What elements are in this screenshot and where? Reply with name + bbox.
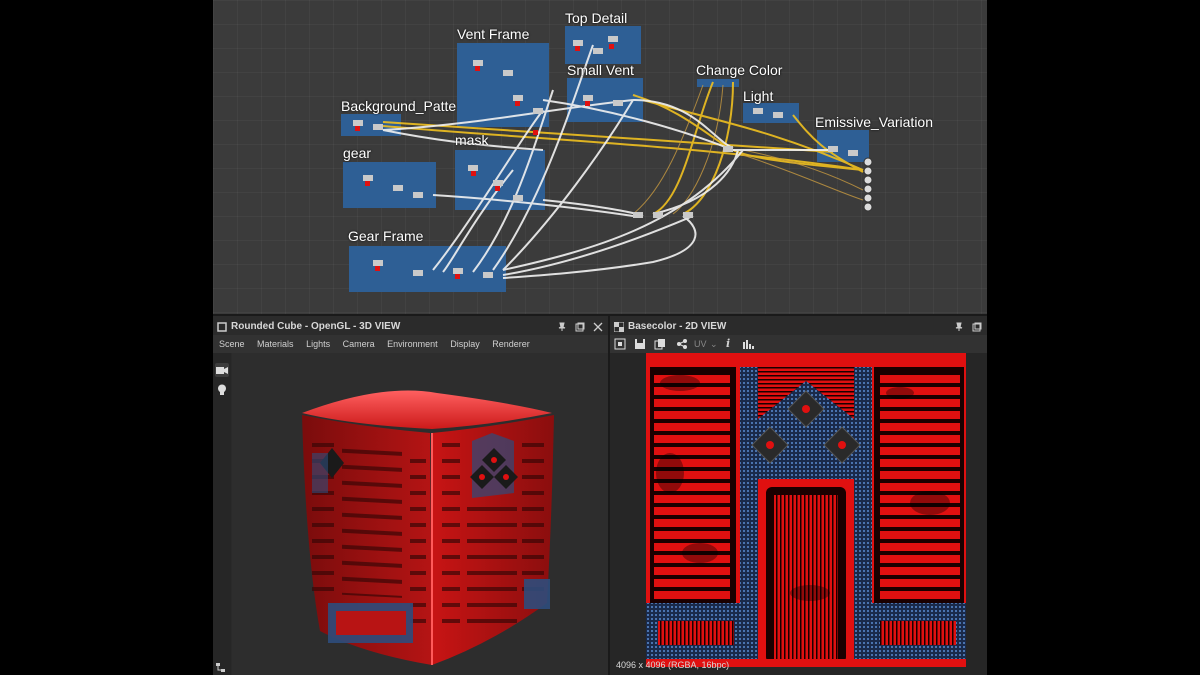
hierarchy-icon[interactable] (216, 663, 226, 673)
camera-icon[interactable] (216, 366, 228, 375)
menu-lights[interactable]: Lights (306, 335, 330, 353)
info-icon[interactable]: i (726, 335, 730, 353)
close-icon[interactable] (593, 322, 603, 332)
frame-title-mask: mask (455, 132, 489, 148)
menu-scene[interactable]: Scene (219, 335, 245, 353)
frame-title-background-pattern: Background_Patte (341, 98, 457, 114)
checker-icon (614, 322, 624, 332)
copy-icon[interactable] (654, 338, 666, 350)
menu-camera[interactable]: Camera (343, 335, 375, 353)
output-nodes[interactable] (863, 157, 873, 212)
frame-title-gear-frame: Gear Frame (348, 228, 424, 244)
graph-canvas[interactable]: Top Detail Vent Frame Small Vent Change … (213, 0, 987, 314)
graph-links (353, 36, 873, 279)
frame-title-small-vent: Small Vent (567, 62, 634, 78)
frame-title-vent-frame: Vent Frame (457, 26, 530, 42)
panel-divider-horizontal[interactable] (213, 314, 987, 316)
pin-icon[interactable] (954, 322, 964, 332)
pin-icon[interactable] (557, 322, 567, 332)
frame-title-change-color: Change Color (696, 62, 783, 78)
view3d-menubar: Scene Materials Lights Camera Environmen… (213, 335, 608, 353)
frame-title-top-detail: Top Detail (565, 10, 628, 26)
maximize-icon[interactable] (575, 322, 585, 332)
maximize-icon[interactable] (972, 322, 982, 332)
basecolor-texture (646, 353, 966, 667)
uv-dropdown[interactable]: UV (694, 335, 707, 353)
chevron-down-icon: ⌄ (710, 339, 718, 349)
view3d-viewport[interactable] (232, 353, 608, 675)
frame-title-light: Light (743, 88, 774, 104)
menu-display[interactable]: Display (450, 335, 480, 353)
app-window: Top Detail Vent Frame Small Vent Change … (213, 0, 987, 675)
save-icon[interactable] (634, 338, 646, 350)
menu-environment[interactable]: Environment (387, 335, 438, 353)
cube-icon (217, 322, 227, 332)
frame-title-gear: gear (343, 145, 372, 161)
texture-resolution-status: 4096 x 4096 (RGBA, 16bpc) (616, 660, 730, 670)
view2d-viewport[interactable]: 4096 x 4096 (RGBA, 16bpc) (610, 353, 987, 675)
view2d-toolbar: UV ⌄ i (610, 335, 987, 353)
share-icon[interactable] (676, 338, 688, 350)
histogram-icon[interactable] (742, 338, 754, 350)
light-bulb-icon[interactable] (217, 384, 227, 396)
rounded-cube-render (302, 390, 554, 665)
fit-view-icon[interactable] (614, 338, 626, 350)
frame-title-emissive-variation: Emissive_Variation (815, 114, 934, 130)
view3d-side-toolbar (213, 353, 231, 675)
menu-materials[interactable]: Materials (257, 335, 294, 353)
panel-divider-vertical[interactable] (608, 316, 610, 675)
menu-renderer[interactable]: Renderer (492, 335, 530, 353)
